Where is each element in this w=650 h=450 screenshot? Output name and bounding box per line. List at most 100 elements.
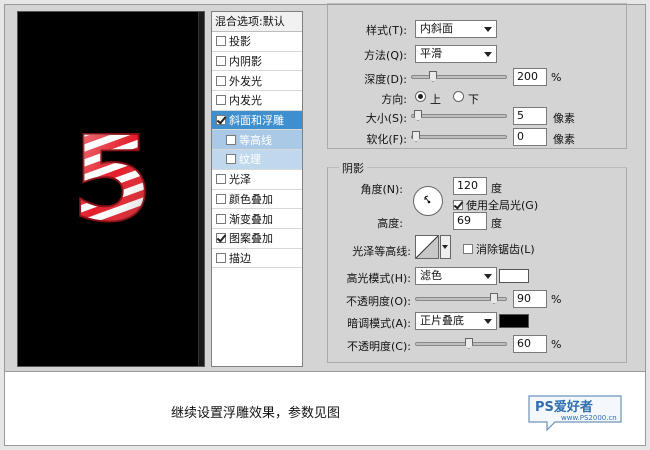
style-item-checkbox[interactable] — [216, 36, 226, 47]
style-item[interactable]: 内阴影 — [212, 52, 302, 72]
angle-unit: 度 — [491, 182, 502, 195]
anti-alias-label: 消除锯齿(L) — [476, 243, 535, 256]
speech-bubble-logo: PS爱好者 www.PS2000.cn — [528, 395, 622, 432]
gloss-contour-dropdown[interactable] — [440, 235, 451, 259]
contour-curve-icon — [415, 235, 439, 259]
style-item[interactable]: 投影 — [212, 32, 302, 52]
style-item[interactable]: 图案叠加 — [212, 229, 302, 249]
style-item[interactable]: 描边 — [212, 249, 302, 269]
highlight-opacity-slider[interactable] — [415, 293, 507, 304]
style-item[interactable]: 等高线 — [212, 130, 302, 151]
technique-select[interactable]: 平滑 — [415, 45, 497, 63]
highlight-color-swatch[interactable] — [499, 269, 529, 283]
shadow-opacity-label: 不透明度(C): — [347, 340, 411, 353]
size-unit: 像素 — [553, 112, 575, 125]
direction-down-radio[interactable] — [453, 91, 464, 102]
anti-alias-checkbox[interactable] — [463, 244, 473, 254]
technique-select-value: 平滑 — [420, 47, 442, 60]
soften-slider[interactable] — [411, 131, 507, 142]
chevron-down-icon — [484, 319, 492, 324]
depth-label: 深度(D): — [364, 73, 407, 86]
style-item-label: 外发光 — [229, 74, 262, 88]
style-item[interactable]: 内发光 — [212, 91, 302, 111]
size-slider[interactable] — [411, 110, 507, 121]
shadow-mode-value: 正片叠底 — [420, 314, 464, 327]
style-item-checkbox[interactable] — [216, 233, 226, 244]
logo-url: www.PS2000.cn — [561, 414, 617, 422]
style-item-checkbox[interactable] — [216, 193, 226, 204]
shadow-opacity-unit: % — [551, 338, 562, 351]
style-item[interactable]: 光泽 — [212, 170, 302, 190]
direction-up-label: 上 — [430, 93, 441, 106]
soften-label: 软化(F): — [366, 133, 407, 146]
style-item-checkbox[interactable] — [216, 95, 226, 106]
angle-input[interactable]: 120 — [453, 177, 487, 195]
global-light-checkbox[interactable] — [453, 200, 463, 210]
chevron-down-icon — [484, 52, 492, 57]
preview-digit-bevel: 5 — [71, 110, 153, 248]
soften-unit: 像素 — [553, 133, 575, 146]
highlight-opacity-input[interactable]: 90 — [513, 290, 547, 308]
style-item-label: 光泽 — [229, 173, 251, 187]
highlight-mode-label: 高光模式(H): — [346, 272, 411, 285]
style-item[interactable]: 渐变叠加 — [212, 209, 302, 229]
angle-dial[interactable] — [413, 186, 443, 216]
logo-brand: PS爱好者 — [535, 399, 593, 415]
angle-dial-icon — [424, 195, 431, 204]
style-select[interactable]: 内斜面 — [415, 20, 497, 38]
style-item-checkbox[interactable] — [216, 75, 226, 86]
caption-bar: 继续设置浮雕效果，参数见图 PS爱好者 www.PS2000.cn — [5, 371, 645, 445]
depth-unit: % — [551, 71, 562, 84]
style-item[interactable]: 斜面和浮雕 — [212, 110, 302, 131]
chevron-down-icon — [484, 27, 492, 32]
soften-input[interactable]: 0 — [513, 128, 547, 146]
style-item-label: 纹理 — [239, 153, 261, 167]
style-item-checkbox[interactable] — [216, 252, 226, 263]
style-item-checkbox[interactable] — [216, 213, 226, 224]
style-item-label: 内阴影 — [229, 55, 262, 69]
size-input[interactable]: 5 — [513, 107, 547, 125]
altitude-label: 高度: — [377, 217, 403, 230]
style-item-label: 渐变叠加 — [229, 212, 273, 226]
style-item-label: 图案叠加 — [229, 232, 273, 246]
shading-section-title: 阴影 — [339, 160, 367, 176]
style-item-label: 斜面和浮雕 — [229, 114, 284, 128]
direction-label: 方向: — [381, 93, 407, 106]
shadow-mode-select[interactable]: 正片叠底 — [415, 312, 497, 330]
style-item-label: 投影 — [229, 35, 251, 49]
angle-label: 角度(N): — [360, 183, 403, 196]
highlight-opacity-label: 不透明度(O): — [346, 295, 411, 308]
preview-canvas: 5 5 — [17, 11, 205, 367]
layer-style-dialog: 5 5 混合选项:默认 投影内阴影外发光内发光斜面和浮雕等高线纹理光泽颜色叠加渐… — [5, 3, 645, 371]
style-item[interactable]: 外发光 — [212, 71, 302, 92]
style-item-label: 内发光 — [229, 94, 262, 108]
preview-scrollbar[interactable] — [198, 12, 204, 366]
highlight-mode-select[interactable]: 滤色 — [415, 267, 497, 285]
style-item-checkbox[interactable] — [226, 134, 236, 145]
style-label: 样式(T): — [365, 24, 407, 37]
anti-alias-toggle[interactable]: 消除锯齿(L) — [463, 241, 535, 257]
style-item-checkbox[interactable] — [216, 115, 226, 126]
style-item-label: 描边 — [229, 251, 251, 265]
caption-text: 继续设置浮雕效果，参数见图 — [171, 406, 341, 421]
depth-input[interactable]: 200 — [513, 68, 547, 86]
direction-up-radio[interactable] — [415, 91, 426, 102]
style-select-value: 内斜面 — [420, 22, 453, 35]
blending-options-header[interactable]: 混合选项:默认 — [212, 12, 302, 32]
shadow-opacity-slider[interactable] — [415, 338, 507, 349]
style-item-checkbox[interactable] — [216, 56, 226, 67]
altitude-input[interactable]: 69 — [453, 212, 487, 230]
shadow-opacity-input[interactable]: 60 — [513, 335, 547, 353]
style-item-checkbox[interactable] — [216, 174, 226, 185]
style-item-checkbox[interactable] — [226, 154, 236, 165]
depth-slider[interactable] — [411, 71, 507, 82]
style-item[interactable]: 颜色叠加 — [212, 190, 302, 210]
global-light-toggle[interactable]: 使用全局光(G) — [453, 197, 538, 213]
style-item[interactable]: 纹理 — [212, 150, 302, 170]
chevron-down-icon — [484, 274, 492, 279]
shadow-mode-label: 暗调模式(A): — [347, 317, 411, 330]
gloss-contour-preview[interactable] — [415, 235, 439, 259]
bevel-emboss-settings: 样式(T): 内斜面 方法(Q): 平滑 深度(D): 200 % 方向: 上 … — [311, 3, 641, 371]
site-logo: PS爱好者 www.PS2000.cn — [525, 392, 625, 432]
shadow-color-swatch[interactable] — [499, 314, 529, 328]
